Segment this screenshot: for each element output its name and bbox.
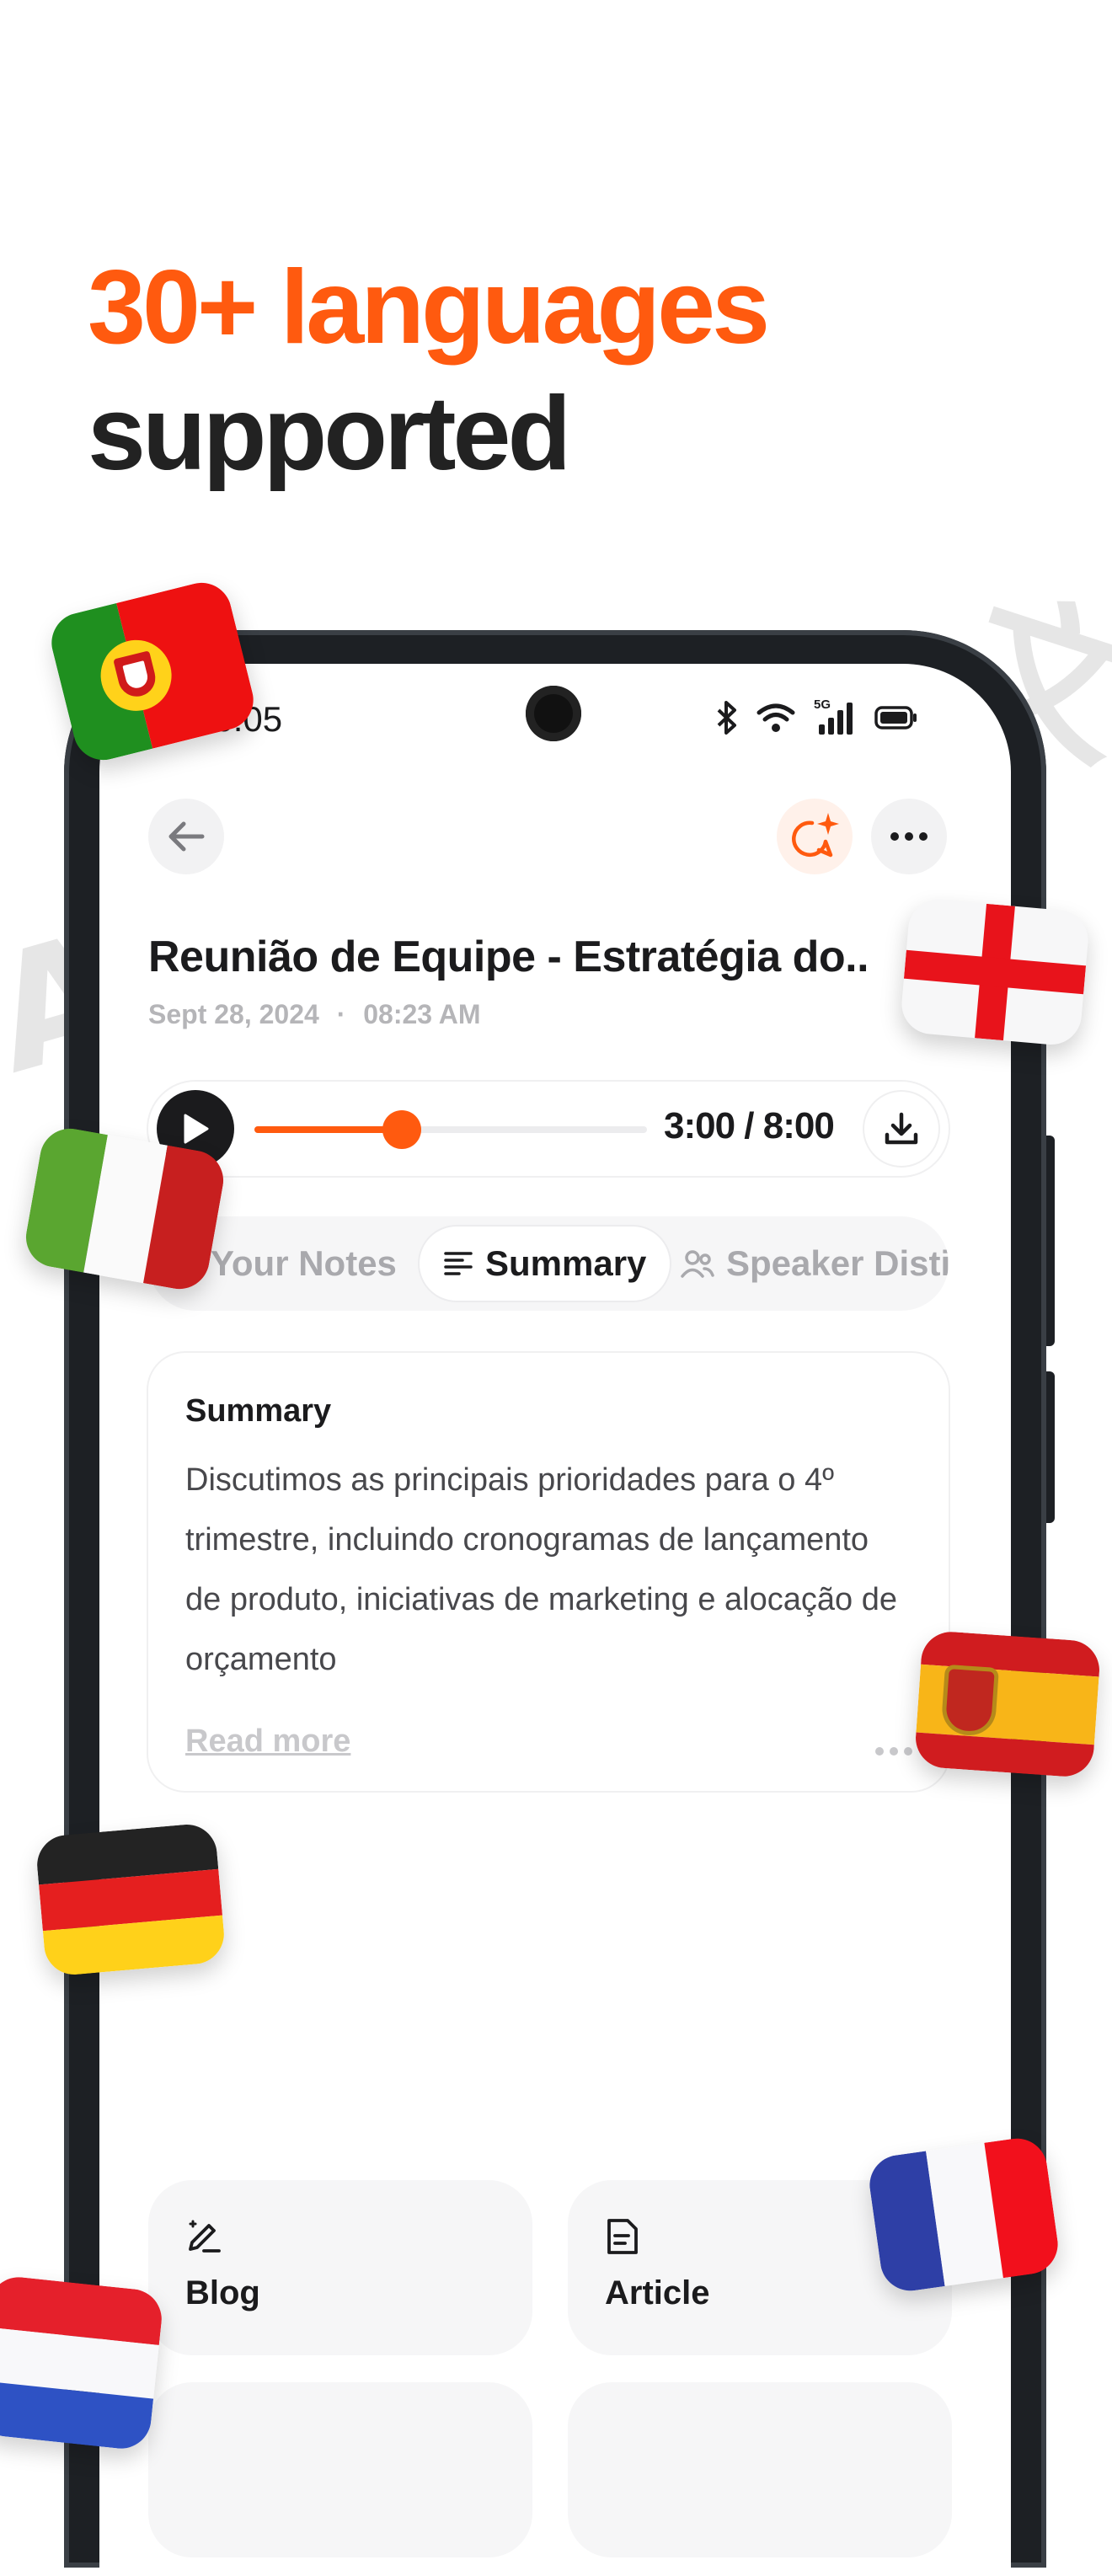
summary-card: Summary Discutimos as principais priorid… [148, 1353, 949, 1791]
phone-screen: 16:05 5G Reunião de Equipe - Estratégia … [99, 664, 1011, 2576]
spain-flag-icon [913, 1629, 1102, 1779]
network-label: 5G [814, 697, 831, 712]
progress-track[interactable] [254, 1110, 647, 1149]
summary-heading: Summary [185, 1393, 332, 1429]
play-icon [184, 1114, 209, 1144]
battery-icon [874, 706, 917, 730]
lines-icon [444, 1252, 473, 1275]
progress-fill [254, 1126, 402, 1133]
action-label: Blog [185, 2274, 260, 2311]
people-icon [681, 1250, 714, 1278]
recording-time: 08:23 AM [363, 999, 481, 1029]
ai-assistant-button[interactable] [777, 799, 853, 874]
action-tile-partial[interactable] [148, 2382, 532, 2557]
action-tile-partial[interactable] [568, 2382, 952, 2557]
document-icon [607, 2219, 638, 2254]
arrow-left-icon [168, 821, 205, 852]
download-icon [885, 1112, 918, 1145]
tab-summary[interactable]: Summary [420, 1227, 671, 1301]
playback-time: 3:00 / 8:00 [664, 1105, 835, 1146]
back-button[interactable] [148, 799, 224, 874]
england-flag-icon [899, 896, 1091, 1048]
headline: 30+ languages supported [88, 244, 770, 497]
tab-label: Summary [485, 1243, 647, 1283]
read-more-link[interactable]: Read more [185, 1724, 350, 1760]
wifi-icon [756, 703, 795, 732]
audio-player: 3:00 / 8:00 [148, 1082, 949, 1176]
tab-bar: Your Notes Summary Speaker Distinc [148, 1216, 949, 1311]
tab-speaker-distinction[interactable]: Speaker Distinc [681, 1227, 949, 1301]
sparkle-chat-icon [792, 813, 839, 858]
recording-date: Sept 28, 2024 [148, 999, 319, 1029]
side-button [1046, 1371, 1055, 1523]
recording-datetime: Sept 28, 2024 · 08:23 AM [148, 999, 481, 1030]
tab-label: Speaker Distinc [726, 1243, 949, 1283]
netherlands-flag-icon [0, 2274, 165, 2452]
download-button[interactable] [864, 1092, 938, 1166]
progress-thumb[interactable] [382, 1110, 421, 1149]
germany-flag-icon [35, 1821, 227, 1977]
more-horizontal-icon [890, 832, 928, 841]
bluetooth-icon [717, 701, 736, 735]
more-horizontal-icon [875, 1747, 912, 1756]
headline-accent: 30+ languages [88, 249, 770, 366]
action-label: Article [605, 2274, 710, 2311]
recording-title: Reunião de Equipe - Estratégia do.. [148, 933, 869, 981]
action-blog[interactable]: Blog [148, 2180, 532, 2355]
5g-signal-icon: 5G [814, 697, 856, 735]
tab-label: Your Notes [211, 1243, 397, 1283]
summary-text: Discutimos as principais prioridades par… [185, 1462, 897, 1677]
status-icons: 5G [716, 697, 918, 735]
side-button [1046, 1136, 1055, 1346]
card-more-button[interactable] [874, 1727, 913, 1765]
pen-icon [189, 2220, 221, 2253]
more-options-button[interactable] [871, 799, 947, 874]
france-flag-icon [865, 2135, 1062, 2295]
camera-punch-hole [526, 686, 581, 741]
headline-main: supported [88, 376, 571, 492]
date-separator: · [336, 999, 346, 1029]
